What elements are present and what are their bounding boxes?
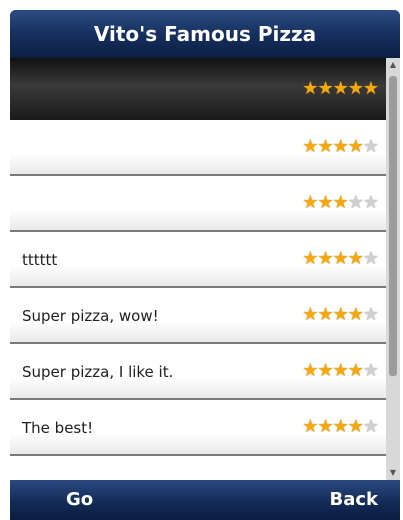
star-filled-icon: ★ (302, 360, 318, 381)
star-rating: ★★★★★ (302, 248, 379, 269)
star-filled-icon: ★ (302, 78, 318, 99)
app-header: Vito's Famous Pizza (10, 10, 400, 58)
review-text: Super pizza, wow! (22, 307, 159, 325)
page-title: Vito's Famous Pizza (93, 22, 317, 46)
go-softkey[interactable]: Go (66, 480, 93, 520)
list-item[interactable]: Super pizza, wow! ★★★★★ (10, 288, 386, 344)
star-filled-icon: ★ (317, 78, 333, 99)
star-filled-icon: ★ (302, 304, 318, 325)
star-empty-icon: ★ (362, 192, 379, 213)
star-rating: ★★★★★ (302, 192, 379, 213)
star-filled-icon: ★ (317, 248, 333, 269)
star-filled-icon: ★ (332, 78, 349, 99)
phone-screen: Vito's Famous Pizza ★★★★★ ★★★★★ ★★★★★ ttttt… (10, 10, 400, 520)
star-filled-icon: ★ (317, 136, 333, 157)
star-empty-icon: ★ (362, 416, 379, 437)
star-filled-icon: ★ (347, 416, 364, 437)
star-empty-icon: ★ (347, 192, 364, 213)
star-filled-icon: ★ (332, 416, 349, 437)
list-item[interactable]: ★★★★★ (10, 176, 386, 232)
star-rating: ★★★★★ (302, 136, 379, 157)
star-filled-icon: ★ (347, 136, 364, 157)
star-filled-icon: ★ (302, 136, 318, 157)
review-text: The best! (22, 419, 94, 437)
star-filled-icon: ★ (347, 248, 364, 269)
star-empty-icon: ★ (362, 304, 379, 325)
star-rating: ★★★★★ (302, 416, 379, 437)
scroll-thumb[interactable] (389, 76, 397, 376)
list-item[interactable]: ★★★★★ (10, 58, 386, 120)
review-text: Super pizza, I like it. (22, 363, 174, 381)
star-rating: ★★★★★ (302, 78, 379, 99)
star-filled-icon: ★ (302, 248, 318, 269)
star-filled-icon: ★ (317, 192, 333, 213)
star-filled-icon: ★ (332, 248, 349, 269)
star-filled-icon: ★ (302, 416, 318, 437)
star-filled-icon: ★ (302, 192, 318, 213)
scrollbar[interactable]: ▲ ▼ (386, 58, 400, 480)
star-filled-icon: ★ (332, 304, 349, 325)
scroll-up-arrow-icon[interactable]: ▲ (388, 60, 398, 70)
list-item[interactable]: ★★★★★ (10, 120, 386, 176)
back-softkey[interactable]: Back (329, 480, 378, 520)
star-filled-icon: ★ (332, 136, 349, 157)
star-rating: ★★★★★ (302, 304, 379, 325)
softkey-bar: Go Back (10, 480, 400, 520)
star-empty-icon: ★ (362, 136, 379, 157)
star-filled-icon: ★ (332, 360, 349, 381)
list-item[interactable]: Super pizza, I like it. ★★★★★ (10, 344, 386, 400)
star-filled-icon: ★ (362, 78, 379, 99)
star-filled-icon: ★ (347, 360, 364, 381)
star-filled-icon: ★ (317, 304, 333, 325)
list-item[interactable]: tttttt ★★★★★ (10, 232, 386, 288)
star-filled-icon: ★ (317, 416, 333, 437)
star-empty-icon: ★ (362, 360, 379, 381)
review-text: tttttt (22, 251, 58, 269)
list-item[interactable]: The best! ★★★★★ (10, 400, 386, 456)
star-filled-icon: ★ (332, 192, 349, 213)
review-list[interactable]: ★★★★★ ★★★★★ ★★★★★ tttttt ★★★★★ Super pizza, w… (10, 58, 386, 480)
star-empty-icon: ★ (362, 248, 379, 269)
star-filled-icon: ★ (347, 78, 364, 99)
star-filled-icon: ★ (317, 360, 333, 381)
star-rating: ★★★★★ (302, 360, 379, 381)
scroll-down-arrow-icon[interactable]: ▼ (388, 468, 398, 478)
star-filled-icon: ★ (347, 304, 364, 325)
